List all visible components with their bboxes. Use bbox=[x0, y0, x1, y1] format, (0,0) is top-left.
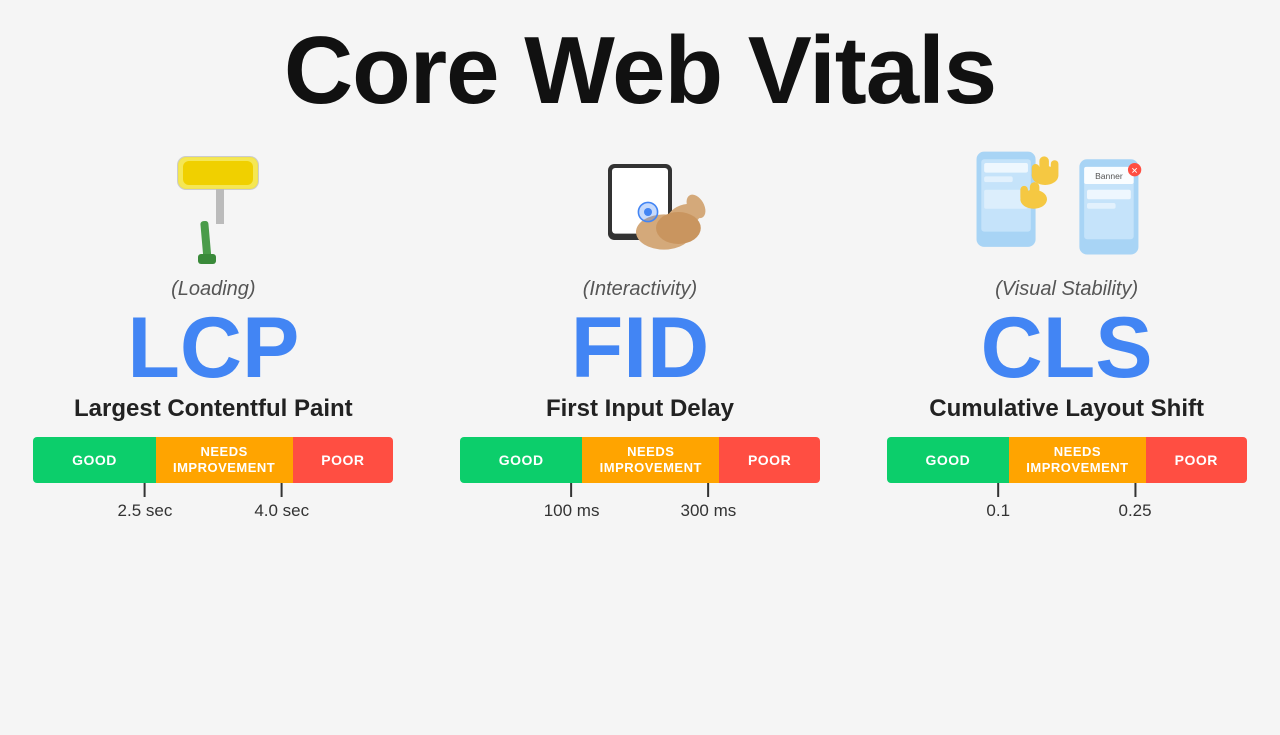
cls-thresholds: 0.1 0.25 bbox=[887, 483, 1247, 523]
fid-marker-2-label: 300 ms bbox=[681, 501, 737, 521]
fid-bar-good: GOOD bbox=[460, 437, 582, 483]
cls-bar-needs: NEEDSIMPROVEMENT bbox=[1009, 437, 1146, 483]
cls-marker-2: 0.25 bbox=[1118, 483, 1151, 521]
cls-marker-2-line bbox=[1134, 483, 1136, 497]
fid-name: First Input Delay bbox=[546, 395, 734, 423]
cls-acronym: CLS bbox=[981, 305, 1153, 391]
page-title: Core Web Vitals bbox=[284, 18, 996, 124]
fid-marker-1-label: 100 ms bbox=[544, 501, 600, 521]
lcp-category: (Loading) bbox=[171, 278, 256, 301]
lcp-score-bar: GOOD NEEDSIMPROVEMENT POOR bbox=[33, 437, 393, 483]
vital-card-lcp: (Loading) LCP Largest Contentful Paint G… bbox=[23, 134, 403, 523]
lcp-marker-1: 2.5 sec bbox=[118, 483, 173, 521]
fid-icon bbox=[560, 134, 720, 274]
vitals-row: (Loading) LCP Largest Contentful Paint G… bbox=[0, 134, 1280, 523]
lcp-marker-2-label: 4.0 sec bbox=[254, 501, 309, 521]
lcp-bar-good: GOOD bbox=[33, 437, 155, 483]
lcp-bar-poor: POOR bbox=[293, 437, 394, 483]
cls-marker-1-line bbox=[997, 483, 999, 497]
lcp-marker-1-line bbox=[144, 483, 146, 497]
cls-marker-1: 0.1 bbox=[986, 483, 1010, 521]
lcp-thresholds: 2.5 sec 4.0 sec bbox=[33, 483, 393, 523]
svg-text:✕: ✕ bbox=[1131, 165, 1138, 175]
lcp-marker-1-label: 2.5 sec bbox=[118, 501, 173, 521]
cls-score-bar: GOOD NEEDSIMPROVEMENT POOR bbox=[887, 437, 1247, 483]
vital-card-cls: Banner ✕ (Visual Stability) CLS Cumulati… bbox=[877, 134, 1257, 523]
cls-category: (Visual Stability) bbox=[995, 278, 1138, 301]
fid-marker-2-line bbox=[707, 483, 709, 497]
lcp-icon bbox=[148, 134, 278, 274]
lcp-bar-needs: NEEDSIMPROVEMENT bbox=[156, 437, 293, 483]
lcp-marker-2: 4.0 sec bbox=[254, 483, 309, 521]
lcp-marker-2-line bbox=[281, 483, 283, 497]
cls-marker-2-label: 0.25 bbox=[1118, 501, 1151, 521]
fid-marker-1-line bbox=[571, 483, 573, 497]
cls-icon: Banner ✕ bbox=[967, 134, 1167, 274]
fid-bar-needs: NEEDSIMPROVEMENT bbox=[582, 437, 719, 483]
fid-marker-1: 100 ms bbox=[544, 483, 600, 521]
fid-category: (Interactivity) bbox=[583, 278, 697, 301]
cls-marker-1-label: 0.1 bbox=[986, 501, 1010, 521]
cls-name: Cumulative Layout Shift bbox=[929, 395, 1204, 423]
lcp-acronym: LCP bbox=[127, 305, 299, 391]
lcp-name: Largest Contentful Paint bbox=[74, 395, 353, 423]
fid-acronym: FID bbox=[571, 305, 710, 391]
cls-bar-good: GOOD bbox=[887, 437, 1009, 483]
fid-thresholds: 100 ms 300 ms bbox=[460, 483, 820, 523]
fid-bar-poor: POOR bbox=[719, 437, 820, 483]
svg-text:Banner: Banner bbox=[1095, 171, 1123, 181]
fid-marker-2: 300 ms bbox=[681, 483, 737, 521]
cls-bar-poor: POOR bbox=[1146, 437, 1247, 483]
vital-card-fid: (Interactivity) FID First Input Delay GO… bbox=[450, 134, 830, 523]
fid-score-bar: GOOD NEEDSIMPROVEMENT POOR bbox=[460, 437, 820, 483]
